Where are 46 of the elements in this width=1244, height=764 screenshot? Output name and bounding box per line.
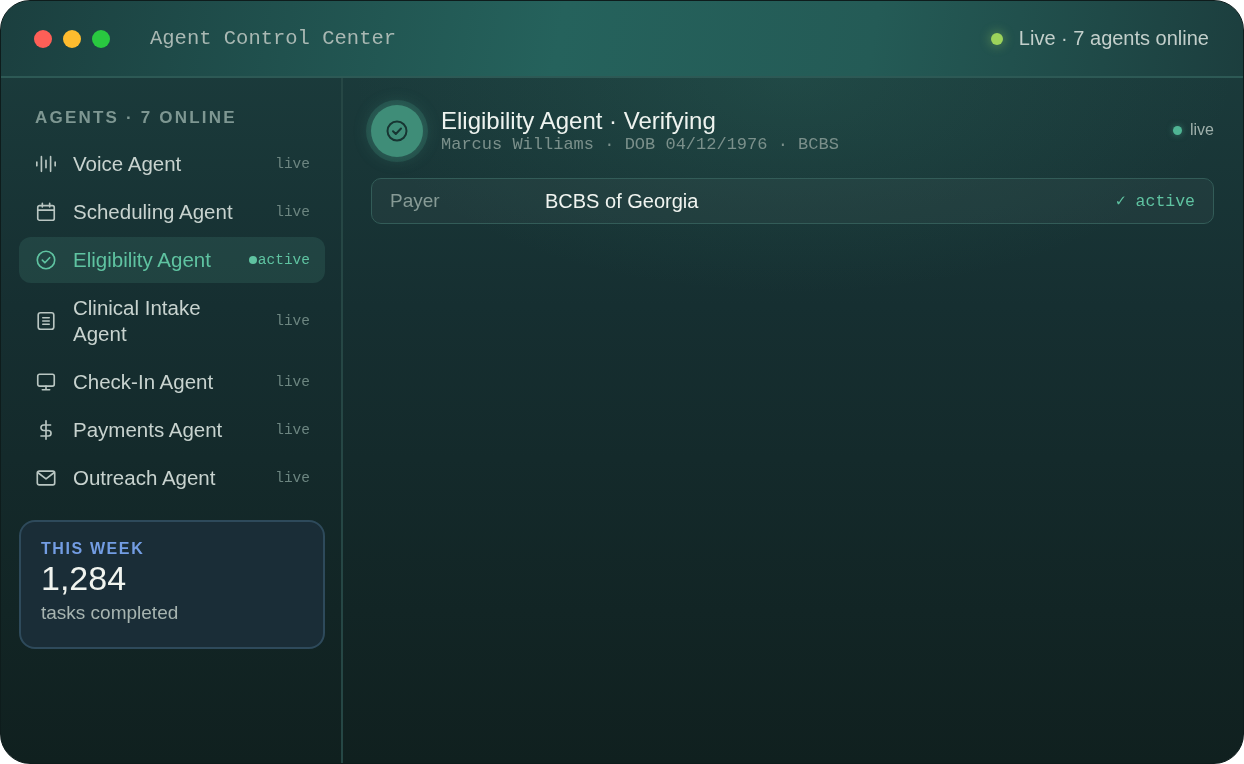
agent-name: Eligibility Agent bbox=[73, 247, 212, 273]
agent-name: Payments Agent bbox=[73, 417, 224, 443]
agent-list-item[interactable]: Payments Agent live bbox=[19, 407, 325, 453]
status-dot-icon bbox=[248, 256, 257, 264]
agent-status: active bbox=[257, 252, 310, 268]
status-dot-icon bbox=[990, 32, 1003, 45]
status-dot-icon bbox=[1173, 125, 1182, 135]
stats-caption: tasks completed bbox=[41, 601, 180, 625]
agent-status: live bbox=[275, 422, 310, 438]
agent-status: live bbox=[275, 313, 310, 329]
document-icon bbox=[35, 310, 57, 332]
agent-status: live bbox=[275, 156, 310, 172]
agent-name: Clinical Intake Agent bbox=[73, 295, 202, 347]
agent-status: live bbox=[275, 204, 310, 220]
window-title: Agent Control Center bbox=[150, 27, 397, 50]
field-label: Payer bbox=[390, 190, 441, 212]
agent-list-item[interactable]: Clinical Intake Agent live bbox=[19, 285, 325, 357]
check-badge-icon bbox=[371, 105, 423, 157]
sidebar-heading: AGENTS · 7 ONLINE bbox=[35, 107, 238, 129]
check-circle-icon bbox=[35, 249, 57, 271]
connection-status: Live · 7 agents online bbox=[1018, 27, 1209, 50]
agent-list-item[interactable]: Voice Agent live bbox=[19, 141, 325, 187]
close-button[interactable] bbox=[34, 29, 52, 48]
envelope-icon bbox=[35, 467, 57, 489]
stats-label: THIS WEEK bbox=[41, 539, 146, 559]
detail-status: live bbox=[1190, 121, 1214, 139]
agent-name: Outreach Agent bbox=[73, 465, 217, 491]
agent-name: Voice Agent bbox=[73, 151, 183, 177]
waveform-icon bbox=[35, 153, 57, 175]
detail-subtitle: Marcus Williams · DOB 04/12/1976 · BCBS bbox=[441, 135, 840, 155]
agent-name: Check-In Agent bbox=[73, 369, 215, 395]
agent-list-item[interactable]: Check-In Agent live bbox=[19, 359, 325, 405]
monitor-icon bbox=[35, 371, 57, 393]
agent-status: live bbox=[275, 470, 310, 486]
agent-list-item[interactable]: Outreach Agent live bbox=[19, 455, 325, 501]
maximize-button[interactable] bbox=[92, 29, 110, 48]
agent-name: Scheduling Agent bbox=[73, 199, 234, 225]
field-value: BCBS of Georgia bbox=[545, 189, 700, 213]
agent-list-item[interactable]: Eligibility Agent active bbox=[19, 237, 325, 283]
field-status: ✓ active bbox=[1115, 191, 1195, 211]
agent-list-item[interactable]: Scheduling Agent live bbox=[19, 189, 325, 235]
detail-title: Eligibility Agent · Verifying bbox=[441, 107, 717, 135]
calendar-icon bbox=[35, 201, 57, 223]
agent-status: live bbox=[275, 374, 310, 390]
stats-value: 1,284 bbox=[41, 559, 128, 597]
minimize-button[interactable] bbox=[63, 29, 81, 48]
